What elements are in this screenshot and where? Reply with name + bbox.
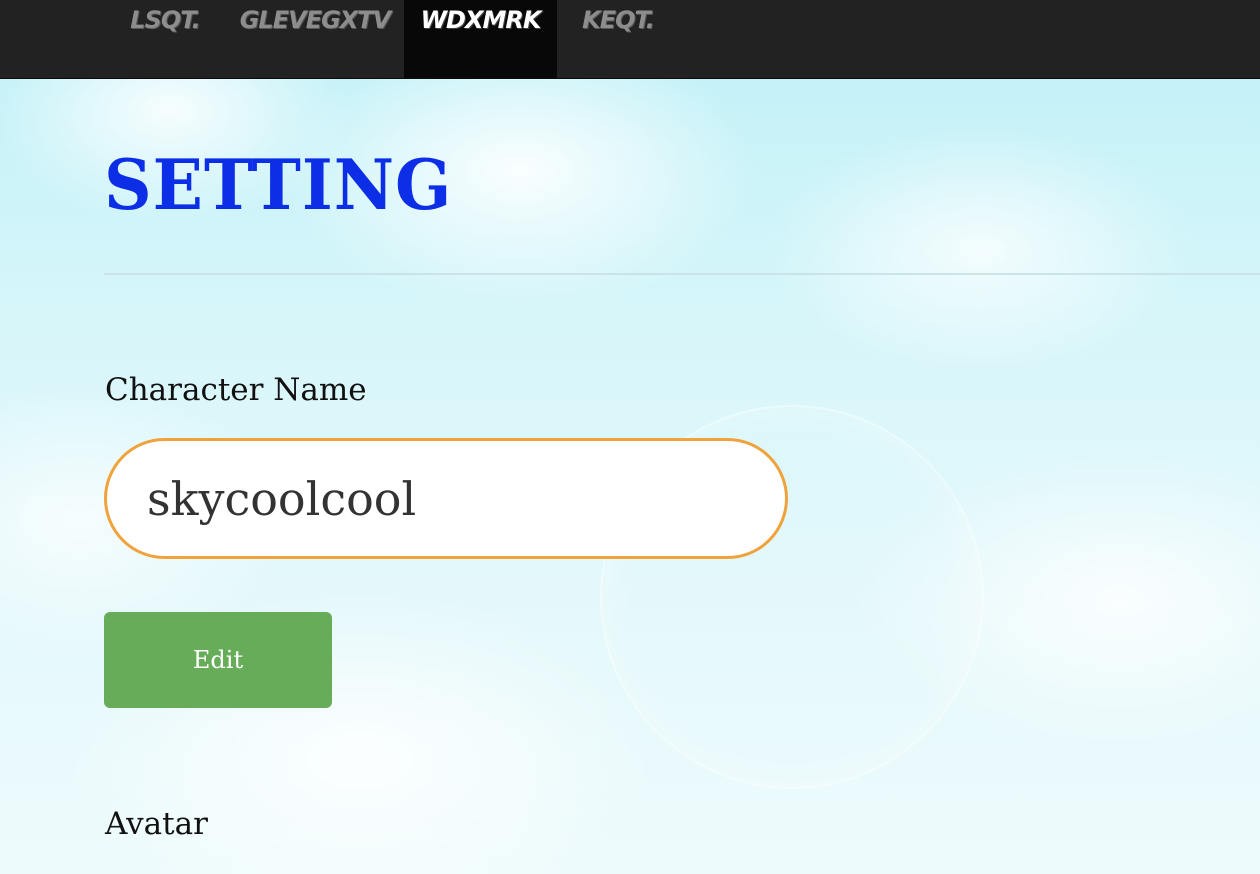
nav-item-2[interactable]: GLEVEGXTV [226, 0, 404, 78]
character-name-label: Character Name [105, 372, 367, 408]
page-title: SETTING [104, 144, 453, 226]
nav-item-1[interactable]: LSQT. [104, 0, 226, 78]
avatar-label: Avatar [105, 806, 208, 842]
top-navbar: LSQT. GLEVEGXTV WDXMRK KEQT. [0, 0, 1260, 79]
character-name-input[interactable] [104, 438, 788, 559]
edit-button[interactable]: Edit [104, 612, 332, 708]
title-divider [104, 273, 1260, 275]
nav-item-3-active[interactable]: WDXMRK [404, 0, 557, 78]
nav-item-4[interactable]: KEQT. [557, 0, 679, 78]
